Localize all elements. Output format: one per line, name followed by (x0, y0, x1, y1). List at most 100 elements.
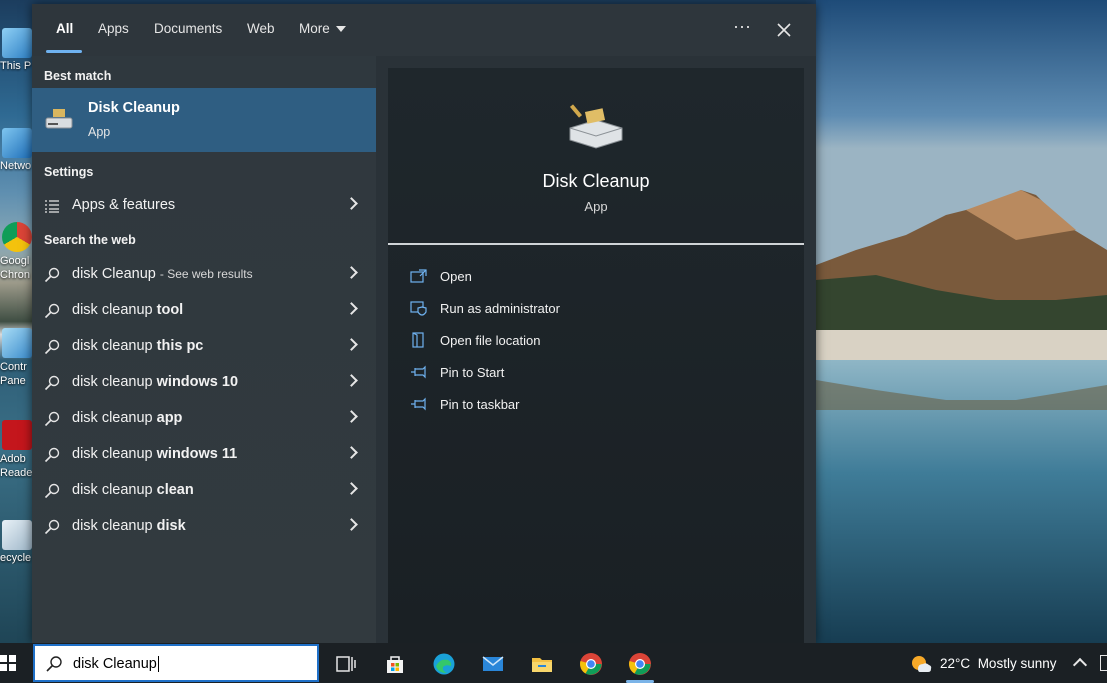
show-hidden-icons-chevron-icon[interactable] (1072, 657, 1088, 673)
windows-start-icon[interactable] (0, 655, 16, 671)
action-pin-to-start[interactable]: Pin to Start (410, 361, 710, 387)
web-result-query: disk cleanup (72, 482, 153, 498)
web-result-suggestion: tool (156, 302, 184, 318)
file-explorer-icon[interactable] (530, 652, 554, 676)
chevron-right-icon (345, 518, 358, 531)
web-result-query: disk cleanup (72, 338, 153, 354)
best-match-item[interactable]: Disk Cleanup App (32, 88, 376, 152)
list-icon (45, 200, 59, 213)
weather-text: 22°C Mostly sunny (940, 656, 1056, 671)
search-icon (44, 519, 60, 535)
chrome-icon[interactable] (579, 652, 603, 676)
web-result-suggestion: windows 10 (156, 374, 239, 390)
web-result-item[interactable]: disk cleanup app (32, 402, 376, 436)
results-list: Best match Disk Cleanup App Settings App… (32, 56, 376, 643)
chevron-right-icon (345, 302, 358, 315)
desktop-icon-label: This P (0, 60, 32, 72)
network-tray-icon[interactable] (1100, 655, 1107, 671)
tab-all[interactable]: All (56, 21, 73, 36)
task-view-icon[interactable] (334, 652, 358, 676)
web-result-suggestion: app (156, 410, 183, 426)
web-result-item[interactable]: disk cleanup tool (32, 294, 376, 328)
weather-condition: Mostly sunny (977, 656, 1057, 671)
desktop-icon-label: Netwo (0, 160, 32, 172)
settings-heading: Settings (44, 165, 94, 179)
tab-apps[interactable]: Apps (98, 21, 129, 36)
desktop-icon-label: Contr Pane (0, 361, 27, 387)
web-result-label: disk cleanup this pc (72, 338, 203, 354)
start-search-panel: All Apps Documents Web More ··· Best mat… (32, 4, 816, 643)
chevron-down-icon (335, 26, 346, 33)
active-tab-indicator (46, 50, 82, 53)
chevron-right-icon (345, 482, 358, 495)
desktop-icon-network[interactable]: Netwo (0, 128, 34, 172)
desktop-icon-label: Googl Chron (0, 255, 30, 281)
close-icon[interactable] (770, 16, 798, 44)
tab-more[interactable]: More (299, 21, 346, 36)
web-result-suggestion: this pc (156, 338, 204, 354)
taskbar-search-box[interactable]: disk Cleanup (33, 644, 319, 682)
ellipsis-icon[interactable]: ··· (728, 12, 756, 40)
tab-web[interactable]: Web (247, 21, 275, 36)
weather-widget[interactable]: 22°C Mostly sunny (910, 653, 1060, 675)
web-result-label: disk cleanup windows 10 (72, 374, 238, 390)
open-icon (410, 269, 427, 283)
action-label: Run as administrator (440, 301, 560, 316)
chrome-icon[interactable] (628, 652, 652, 676)
mail-icon[interactable] (481, 652, 505, 676)
web-result-item[interactable]: disk Cleanup - See web results (32, 258, 376, 292)
desktop-icon-adobe-reader[interactable]: Adob Reade (0, 420, 34, 480)
edge-icon[interactable] (432, 652, 456, 676)
taskbar: disk Cleanup 22°C Mostly sunny (0, 643, 1107, 683)
web-result-label: disk Cleanup - See web results (72, 266, 253, 282)
computer-icon (2, 28, 32, 58)
desktop-icon-this-pc[interactable]: This P (0, 28, 34, 72)
search-icon (44, 375, 60, 391)
weather-temp: 22°C (940, 656, 971, 671)
web-result-item[interactable]: disk cleanup this pc (32, 330, 376, 364)
best-match-title: Disk Cleanup (88, 100, 180, 116)
desktop-icon-chrome[interactable]: Googl Chron (0, 222, 34, 282)
chevron-right-icon (345, 446, 358, 459)
tab-documents[interactable]: Documents (154, 21, 222, 36)
web-result-query: disk cleanup (72, 518, 153, 534)
search-input[interactable]: disk Cleanup (73, 656, 159, 672)
web-result-item[interactable]: disk cleanup disk (32, 510, 376, 544)
chrome-icon (2, 222, 32, 252)
folder-location-icon (412, 332, 424, 348)
store-icon[interactable] (383, 652, 407, 676)
disk-cleanup-icon (569, 104, 623, 149)
action-label: Open file location (440, 333, 541, 348)
action-label: Pin to taskbar (440, 397, 520, 412)
web-result-query: disk Cleanup (72, 266, 156, 282)
action-label: Open (440, 269, 472, 284)
action-run-as-administrator[interactable]: Run as administrator (410, 297, 710, 323)
web-result-item[interactable]: disk cleanup windows 10 (32, 366, 376, 400)
web-result-label: disk cleanup clean (72, 482, 194, 498)
shield-icon (410, 301, 427, 316)
pin-icon (411, 397, 426, 411)
web-result-query: disk cleanup (72, 302, 153, 318)
action-open[interactable]: Open (410, 265, 710, 291)
tab-more-label: More (299, 21, 330, 36)
desktop-icon-recycle-bin[interactable]: ecycle (0, 520, 34, 564)
web-result-item[interactable]: disk cleanup windows 11 (32, 438, 376, 472)
desktop-icon-control-panel[interactable]: Contr Pane (0, 328, 34, 388)
best-match-subtitle: App (88, 125, 111, 139)
settings-item-apps-features[interactable]: Apps & features (32, 189, 376, 223)
chevron-right-icon (345, 338, 358, 351)
network-icon (2, 128, 32, 158)
web-result-item[interactable]: disk cleanup clean (32, 474, 376, 508)
search-icon (44, 339, 60, 355)
web-result-query: disk cleanup (72, 410, 153, 426)
web-result-suggestion: clean (156, 482, 194, 498)
action-open-file-location[interactable]: Open file location (410, 329, 710, 355)
best-match-heading: Best match (44, 69, 112, 83)
web-result-label: disk cleanup tool (72, 302, 183, 318)
search-icon (44, 411, 60, 427)
action-label: Pin to Start (440, 365, 505, 380)
chevron-right-icon (345, 374, 358, 387)
search-tab-bar: All Apps Documents Web More ··· (32, 4, 816, 56)
chevron-right-icon (345, 410, 358, 423)
action-pin-to-taskbar[interactable]: Pin to taskbar (410, 393, 710, 419)
